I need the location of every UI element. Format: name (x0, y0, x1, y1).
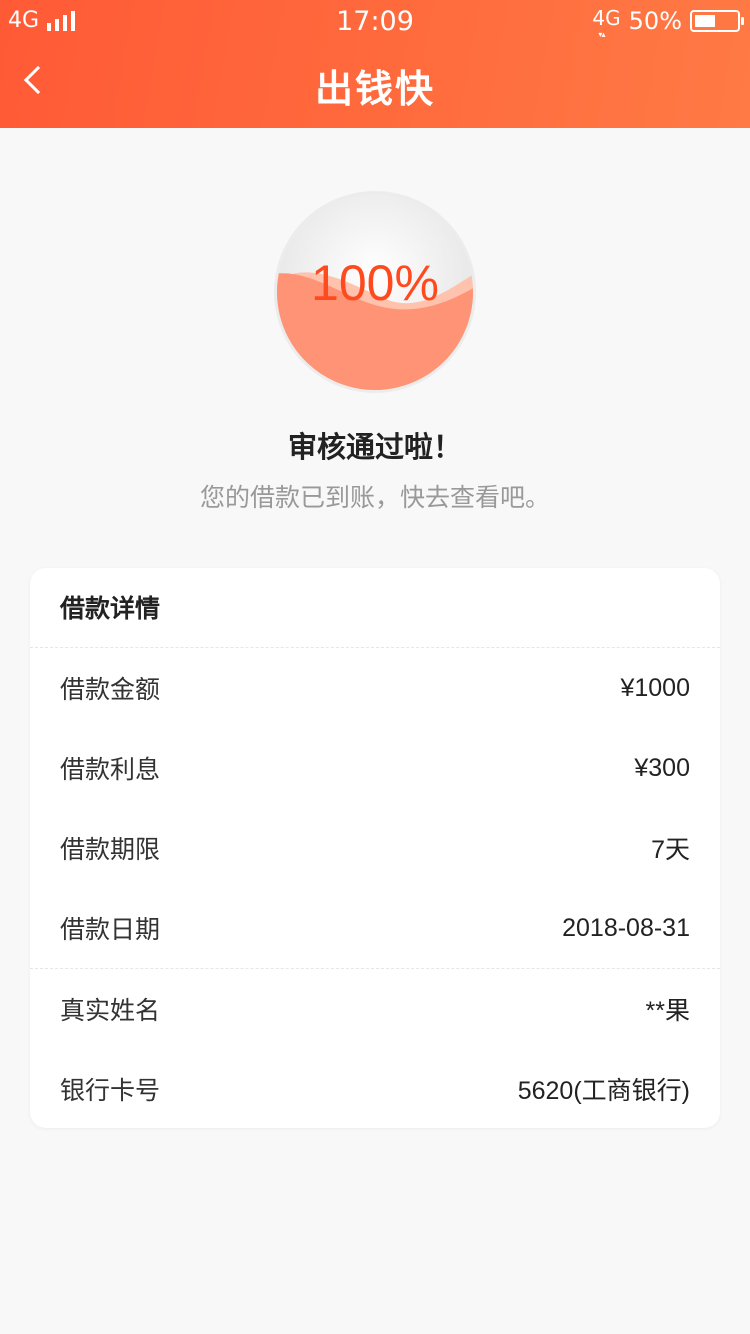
status-bar: 4G 17:09 4G 50% (0, 0, 750, 45)
progress-percent: 100% (311, 255, 439, 311)
detail-label: 银行卡号 (60, 1076, 161, 1105)
status-right: 4G 50% (592, 7, 744, 45)
detail-label: 借款日期 (60, 915, 161, 944)
detail-row-date: 借款日期 2018-08-31 (30, 888, 720, 968)
detail-value: 2018-08-31 (562, 913, 690, 942)
detail-row-interest: 借款利息 ¥300 (30, 728, 720, 808)
result-subtitle: 您的借款已到账，快去查看吧。 (199, 483, 550, 512)
battery-icon (690, 10, 744, 32)
top-bar: 4G 17:09 4G 50% 出钱快 (0, 0, 750, 128)
detail-row-bank-card: 银行卡号 5620(工商银行) (30, 1049, 720, 1129)
detail-value: 5620(工商银行) (517, 1077, 690, 1105)
detail-value: ¥1000 (620, 673, 690, 702)
progress-ball: 100% (273, 190, 477, 394)
loan-details-card: 借款详情 借款金额 ¥1000 借款利息 ¥300 借款期限 7天 借款日期 2… (30, 568, 720, 1128)
battery-percent: 50% (628, 7, 682, 35)
detail-label: 真实姓名 (60, 996, 161, 1025)
detail-label: 借款利息 (60, 755, 161, 784)
detail-row-amount: 借款金额 ¥1000 (30, 648, 720, 728)
result-title: 审核通过啦！ (287, 430, 462, 464)
page-title: 出钱快 (314, 67, 435, 111)
card-header: 借款详情 (30, 568, 720, 648)
detail-value: ¥300 (634, 753, 690, 782)
detail-label: 借款期限 (60, 835, 161, 864)
details-group-primary: 借款金额 ¥1000 借款利息 ¥300 借款期限 7天 借款日期 2018-0… (30, 648, 720, 969)
detail-value: 7天 (651, 836, 690, 864)
detail-row-term: 借款期限 7天 (30, 808, 720, 888)
network-type-right: 4G (592, 8, 620, 45)
detail-row-name: 真实姓名 **果 (30, 969, 720, 1049)
detail-value: **果 (645, 997, 690, 1025)
detail-label: 借款金额 (60, 675, 161, 704)
details-group-secondary: 真实姓名 **果 银行卡号 5620(工商银行) (30, 969, 720, 1129)
